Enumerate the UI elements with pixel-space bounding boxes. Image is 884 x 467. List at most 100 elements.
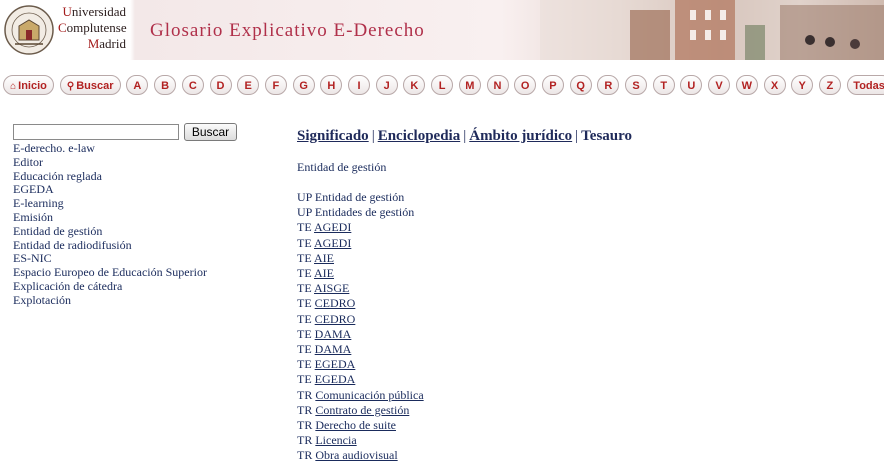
nav-label: L	[438, 80, 446, 92]
nav-letter-x[interactable]: X	[763, 75, 786, 95]
nav-letter-m[interactable]: M	[458, 75, 481, 95]
nav-label: B	[161, 80, 170, 92]
relation-link[interactable]: AGEDI	[314, 236, 351, 250]
nav-letter-v[interactable]: V	[708, 75, 731, 95]
term-list-item[interactable]: Explicación de cátedra	[13, 279, 207, 294]
relation-type: TE	[297, 296, 312, 311]
nav-home-button[interactable]: ⌂ Inicio	[3, 75, 54, 95]
relation-link[interactable]: EGEDA	[315, 357, 356, 371]
nav-label: P	[549, 80, 557, 92]
tab-significado[interactable]: Significado	[297, 128, 369, 144]
relation-type: TE	[297, 235, 312, 250]
nav-letter-h[interactable]: H	[320, 75, 343, 95]
nav-label: Todas	[853, 80, 884, 92]
relation-item: UP Entidades de gestión	[297, 205, 424, 220]
relation-item: TE CEDRO	[297, 296, 424, 311]
nav-letter-j[interactable]: J	[375, 75, 398, 95]
term-list-item[interactable]: Explotación	[13, 293, 207, 308]
term-list-item[interactable]: E-learning	[13, 196, 207, 211]
relation-type: TE	[297, 250, 312, 265]
university-line-2: Complutense	[58, 20, 127, 35]
nav-letter-q[interactable]: Q	[569, 75, 592, 95]
nav-letter-r[interactable]: R	[597, 75, 620, 95]
nav-letter-n[interactable]: N	[486, 75, 509, 95]
term-list-item[interactable]: Educación reglada	[13, 169, 207, 184]
nav-label: C	[188, 80, 197, 92]
nav-letter-u[interactable]: U	[680, 75, 703, 95]
term-list-item[interactable]: Editor	[13, 155, 207, 170]
relation-link[interactable]: Contrato de gestión	[315, 403, 409, 417]
relation-link[interactable]: DAMA	[315, 342, 352, 356]
nav-letter-e[interactable]: E	[237, 75, 260, 95]
nav-letter-g[interactable]: G	[292, 75, 315, 95]
relation-item: TE AGEDI	[297, 220, 424, 235]
relation-link[interactable]: EGEDA	[315, 372, 356, 386]
university-logo[interactable]: Universidad Complutense Madrid	[0, 0, 130, 60]
tab-separator: |	[371, 128, 375, 144]
relation-type: TE	[297, 311, 312, 326]
campus-photo	[540, 0, 884, 60]
relation-link[interactable]: Obra audiovisual	[315, 448, 397, 462]
nav-label: M	[465, 80, 475, 92]
relation-item: TE CEDRO	[297, 312, 424, 327]
relation-item: TE DAMA	[297, 327, 424, 342]
search-button[interactable]: Buscar	[184, 123, 237, 141]
view-tabs: Significado | Enciclopedia | Ámbito jurídico…	[297, 128, 632, 145]
nav-letter-k[interactable]: K	[403, 75, 426, 95]
nav-letter-t[interactable]: T	[652, 75, 675, 95]
nav-letter-s[interactable]: S	[625, 75, 647, 95]
relation-link[interactable]: AIE	[314, 266, 334, 280]
nav-all-button[interactable]: Todas	[846, 75, 884, 95]
nav-letter-c[interactable]: C	[181, 75, 204, 95]
relation-type: TR	[297, 418, 313, 433]
nav-label: I	[357, 80, 361, 92]
relation-type: TR	[297, 448, 313, 463]
nav-letter-w[interactable]: W	[735, 75, 758, 95]
university-line-1: Universidad	[62, 4, 126, 19]
relation-type: UP	[297, 190, 312, 204]
nav-letter-i[interactable]: I	[348, 75, 370, 95]
relation-item: TR Licencia	[297, 433, 424, 448]
nav-letter-d[interactable]: D	[209, 75, 232, 95]
relation-term: Entidad de gestión	[314, 190, 405, 204]
tab-enciclopedia[interactable]: Enciclopedia	[378, 128, 461, 144]
term-list-item[interactable]: ES-NIC	[13, 252, 207, 266]
relation-type: TR	[297, 387, 313, 402]
term-list-item[interactable]: Entidad de radiodifusión	[13, 238, 207, 253]
nav-letter-f[interactable]: F	[264, 75, 287, 95]
relation-link[interactable]: CEDRO	[315, 296, 356, 310]
tab-ambito-juridico[interactable]: Ámbito jurídico	[469, 128, 572, 144]
nav-label: Q	[576, 80, 585, 92]
relation-item: TE DAMA	[297, 342, 424, 357]
nav-letter-a[interactable]: A	[126, 75, 149, 95]
relation-item: TE EGEDA	[297, 357, 424, 372]
term-list-item[interactable]: Emisión	[13, 210, 207, 225]
nav-letter-b[interactable]: B	[154, 75, 177, 95]
nav-letter-z[interactable]: Z	[818, 75, 841, 95]
nav-label: N	[493, 80, 502, 92]
nav-label: T	[660, 80, 668, 92]
relation-link[interactable]: AGEDI	[314, 220, 351, 234]
nav-label: Z	[826, 80, 834, 92]
nav-letter-o[interactable]: O	[514, 75, 537, 95]
term-list-item[interactable]: Entidad de gestión	[13, 224, 207, 239]
nav-letter-p[interactable]: P	[541, 75, 564, 95]
relation-link[interactable]: Licencia	[315, 433, 356, 447]
relation-link[interactable]: AIE	[314, 251, 334, 265]
term-list-item[interactable]: Espacio Europeo de Educación Superior	[13, 265, 207, 280]
term-list-item[interactable]: E-derecho. e-law	[13, 141, 207, 156]
relation-link[interactable]: CEDRO	[315, 312, 356, 326]
nav-letter-l[interactable]: L	[431, 75, 454, 95]
relation-type: TE	[297, 342, 312, 357]
nav-letter-y[interactable]: Y	[791, 75, 814, 95]
nav-search-button[interactable]: ⚲ Buscar	[59, 75, 121, 95]
university-line-3: Madrid	[87, 36, 126, 51]
nav-label: F	[272, 80, 280, 92]
relation-item: TR Contrato de gestión	[297, 403, 424, 418]
relation-link[interactable]: DAMA	[315, 327, 352, 341]
relation-link[interactable]: Derecho de suite	[315, 418, 396, 432]
term-list-item[interactable]: EGEDA	[13, 183, 207, 197]
relation-link[interactable]: Comunicación pública	[315, 388, 423, 402]
search-input[interactable]	[13, 124, 179, 140]
relation-link[interactable]: AISGE	[314, 281, 349, 295]
